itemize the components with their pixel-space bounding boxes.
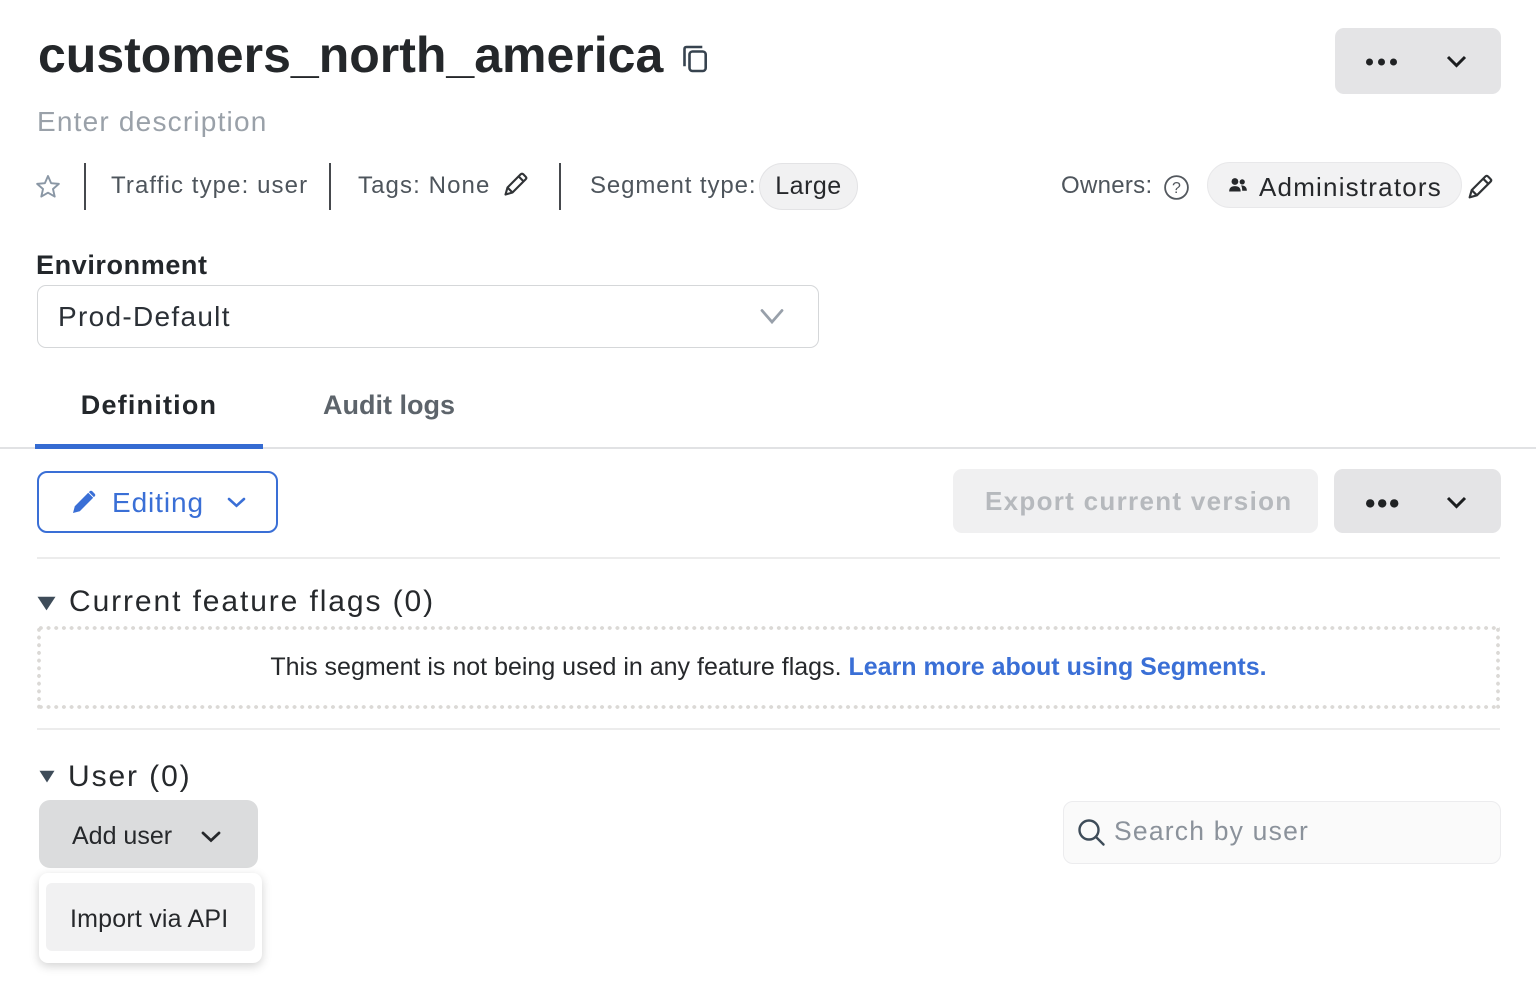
svg-text:?: ? (1172, 180, 1181, 197)
